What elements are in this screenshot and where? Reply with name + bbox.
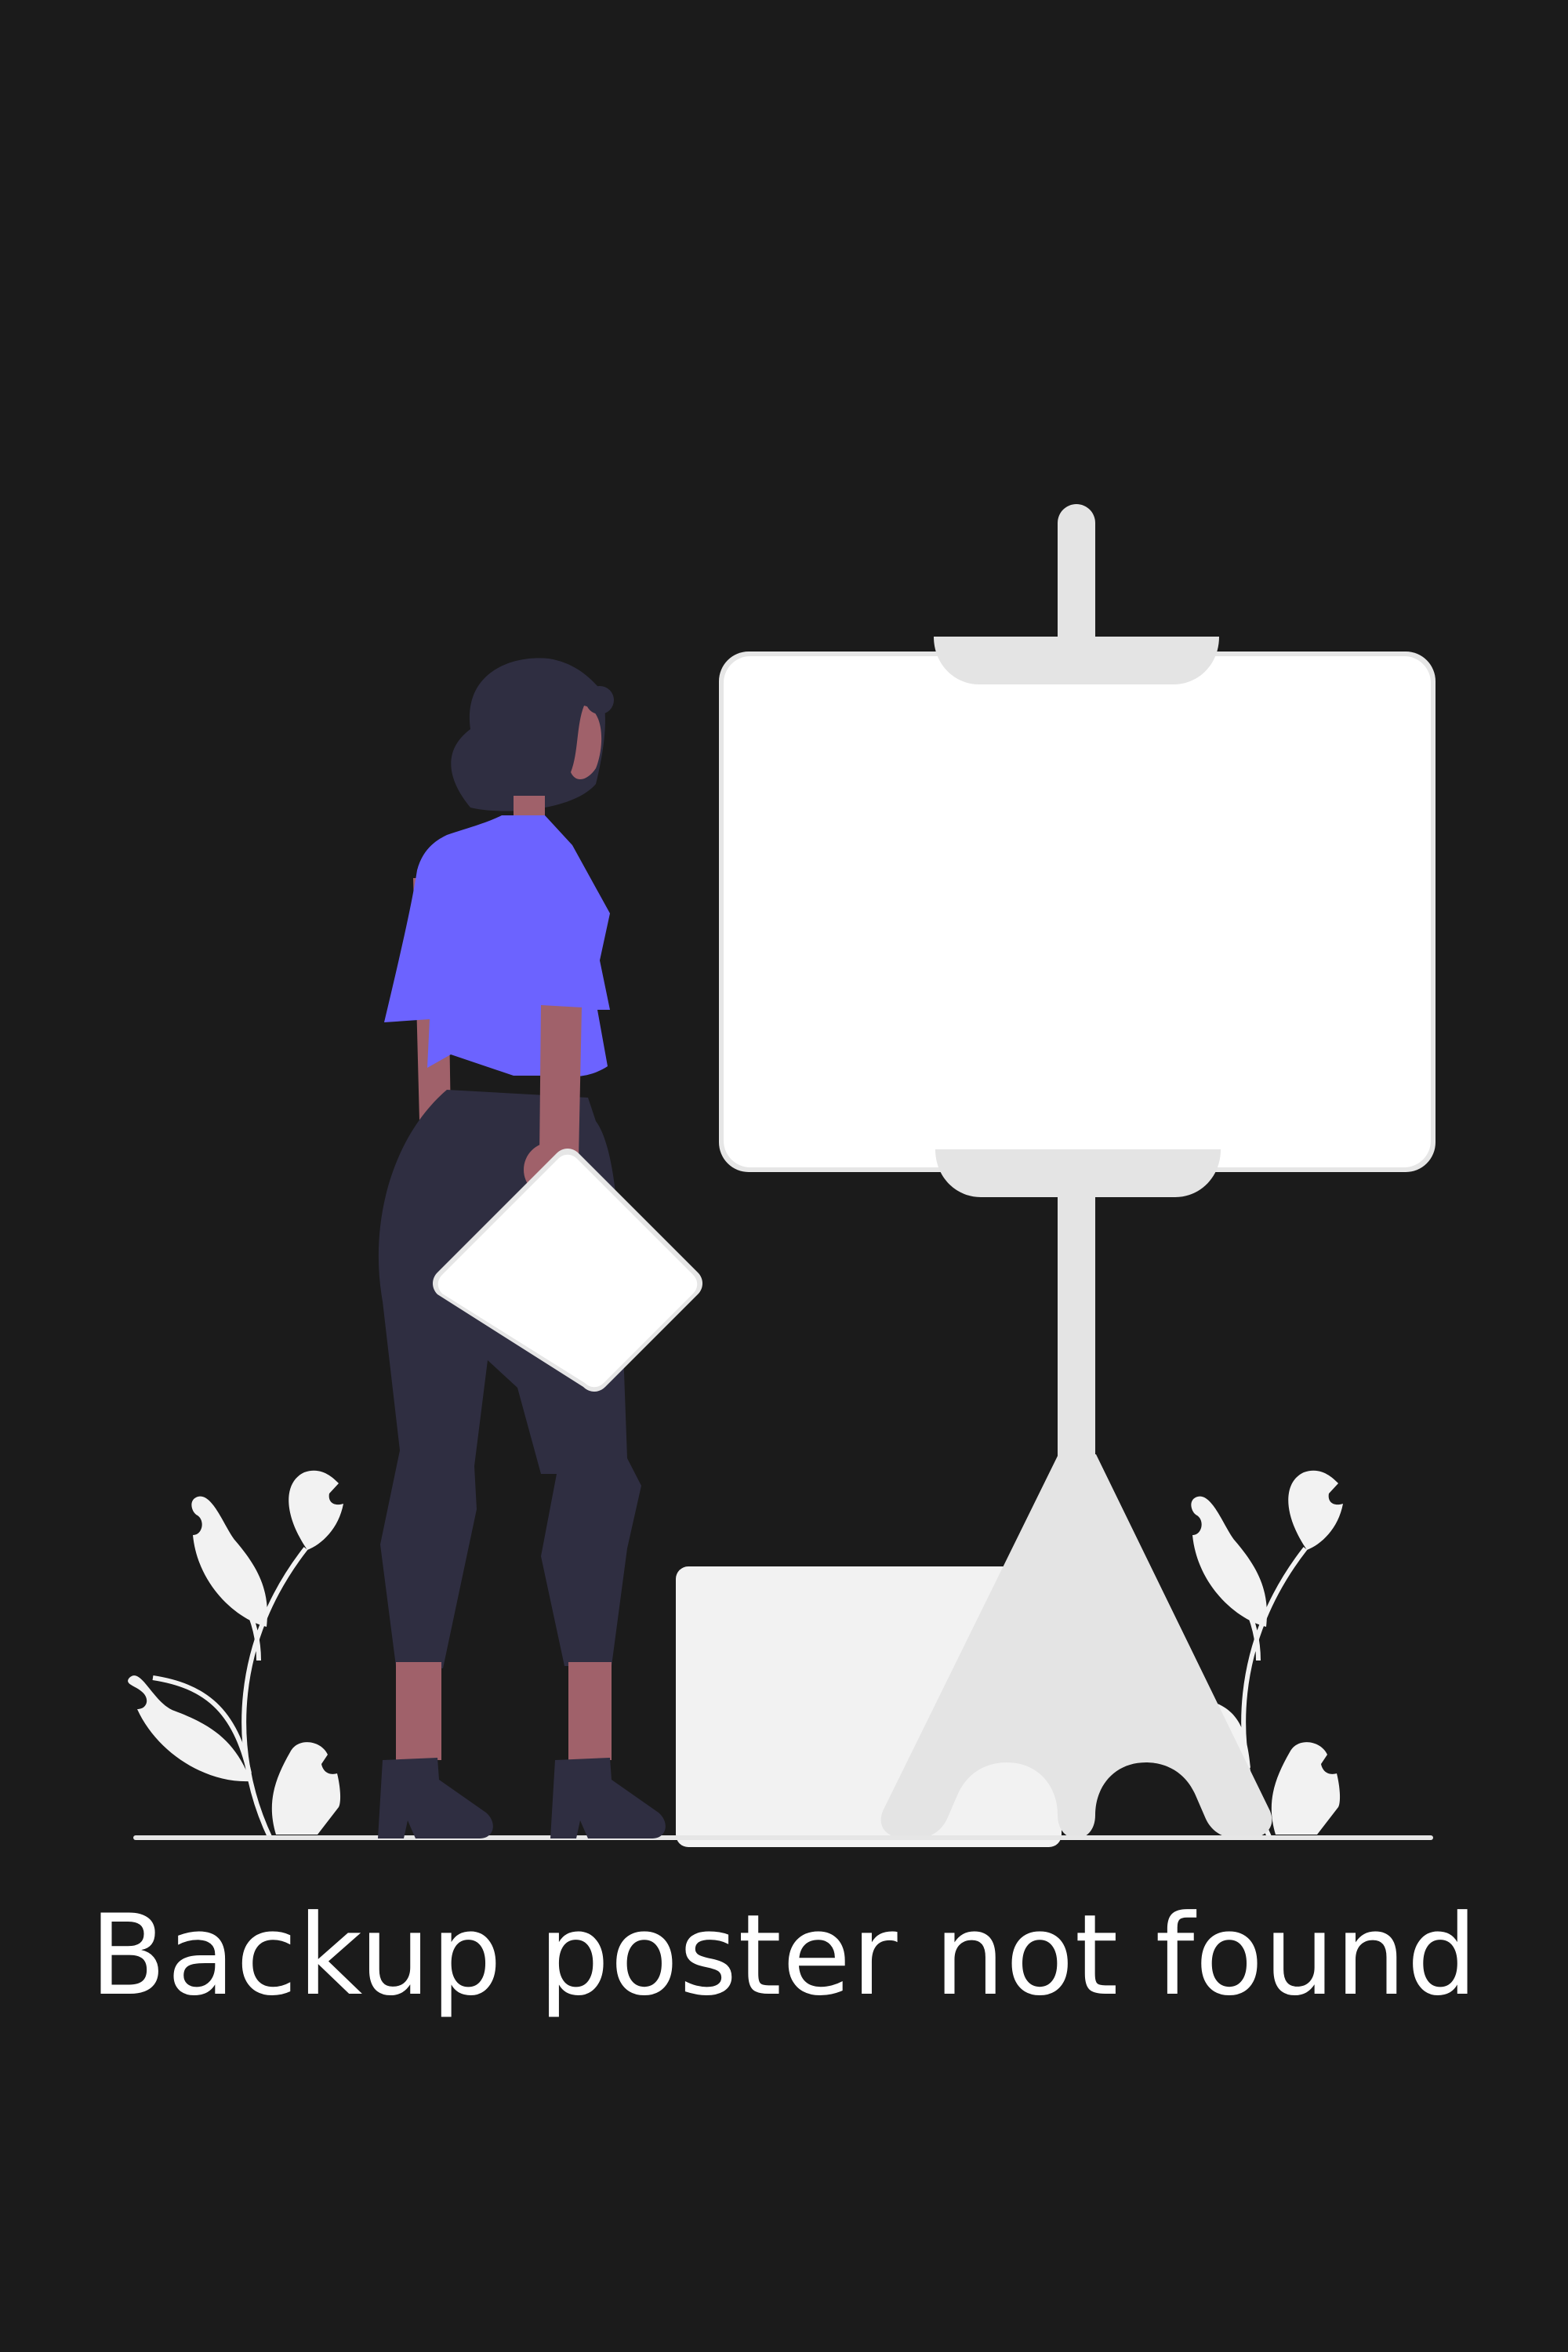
not-found-message: Backup poster not found bbox=[89, 1891, 1479, 2020]
empty-state-screen: Backup poster not found bbox=[0, 0, 1568, 2352]
ground-line bbox=[133, 1835, 1433, 1840]
empty-poster-board bbox=[719, 637, 1436, 1197]
